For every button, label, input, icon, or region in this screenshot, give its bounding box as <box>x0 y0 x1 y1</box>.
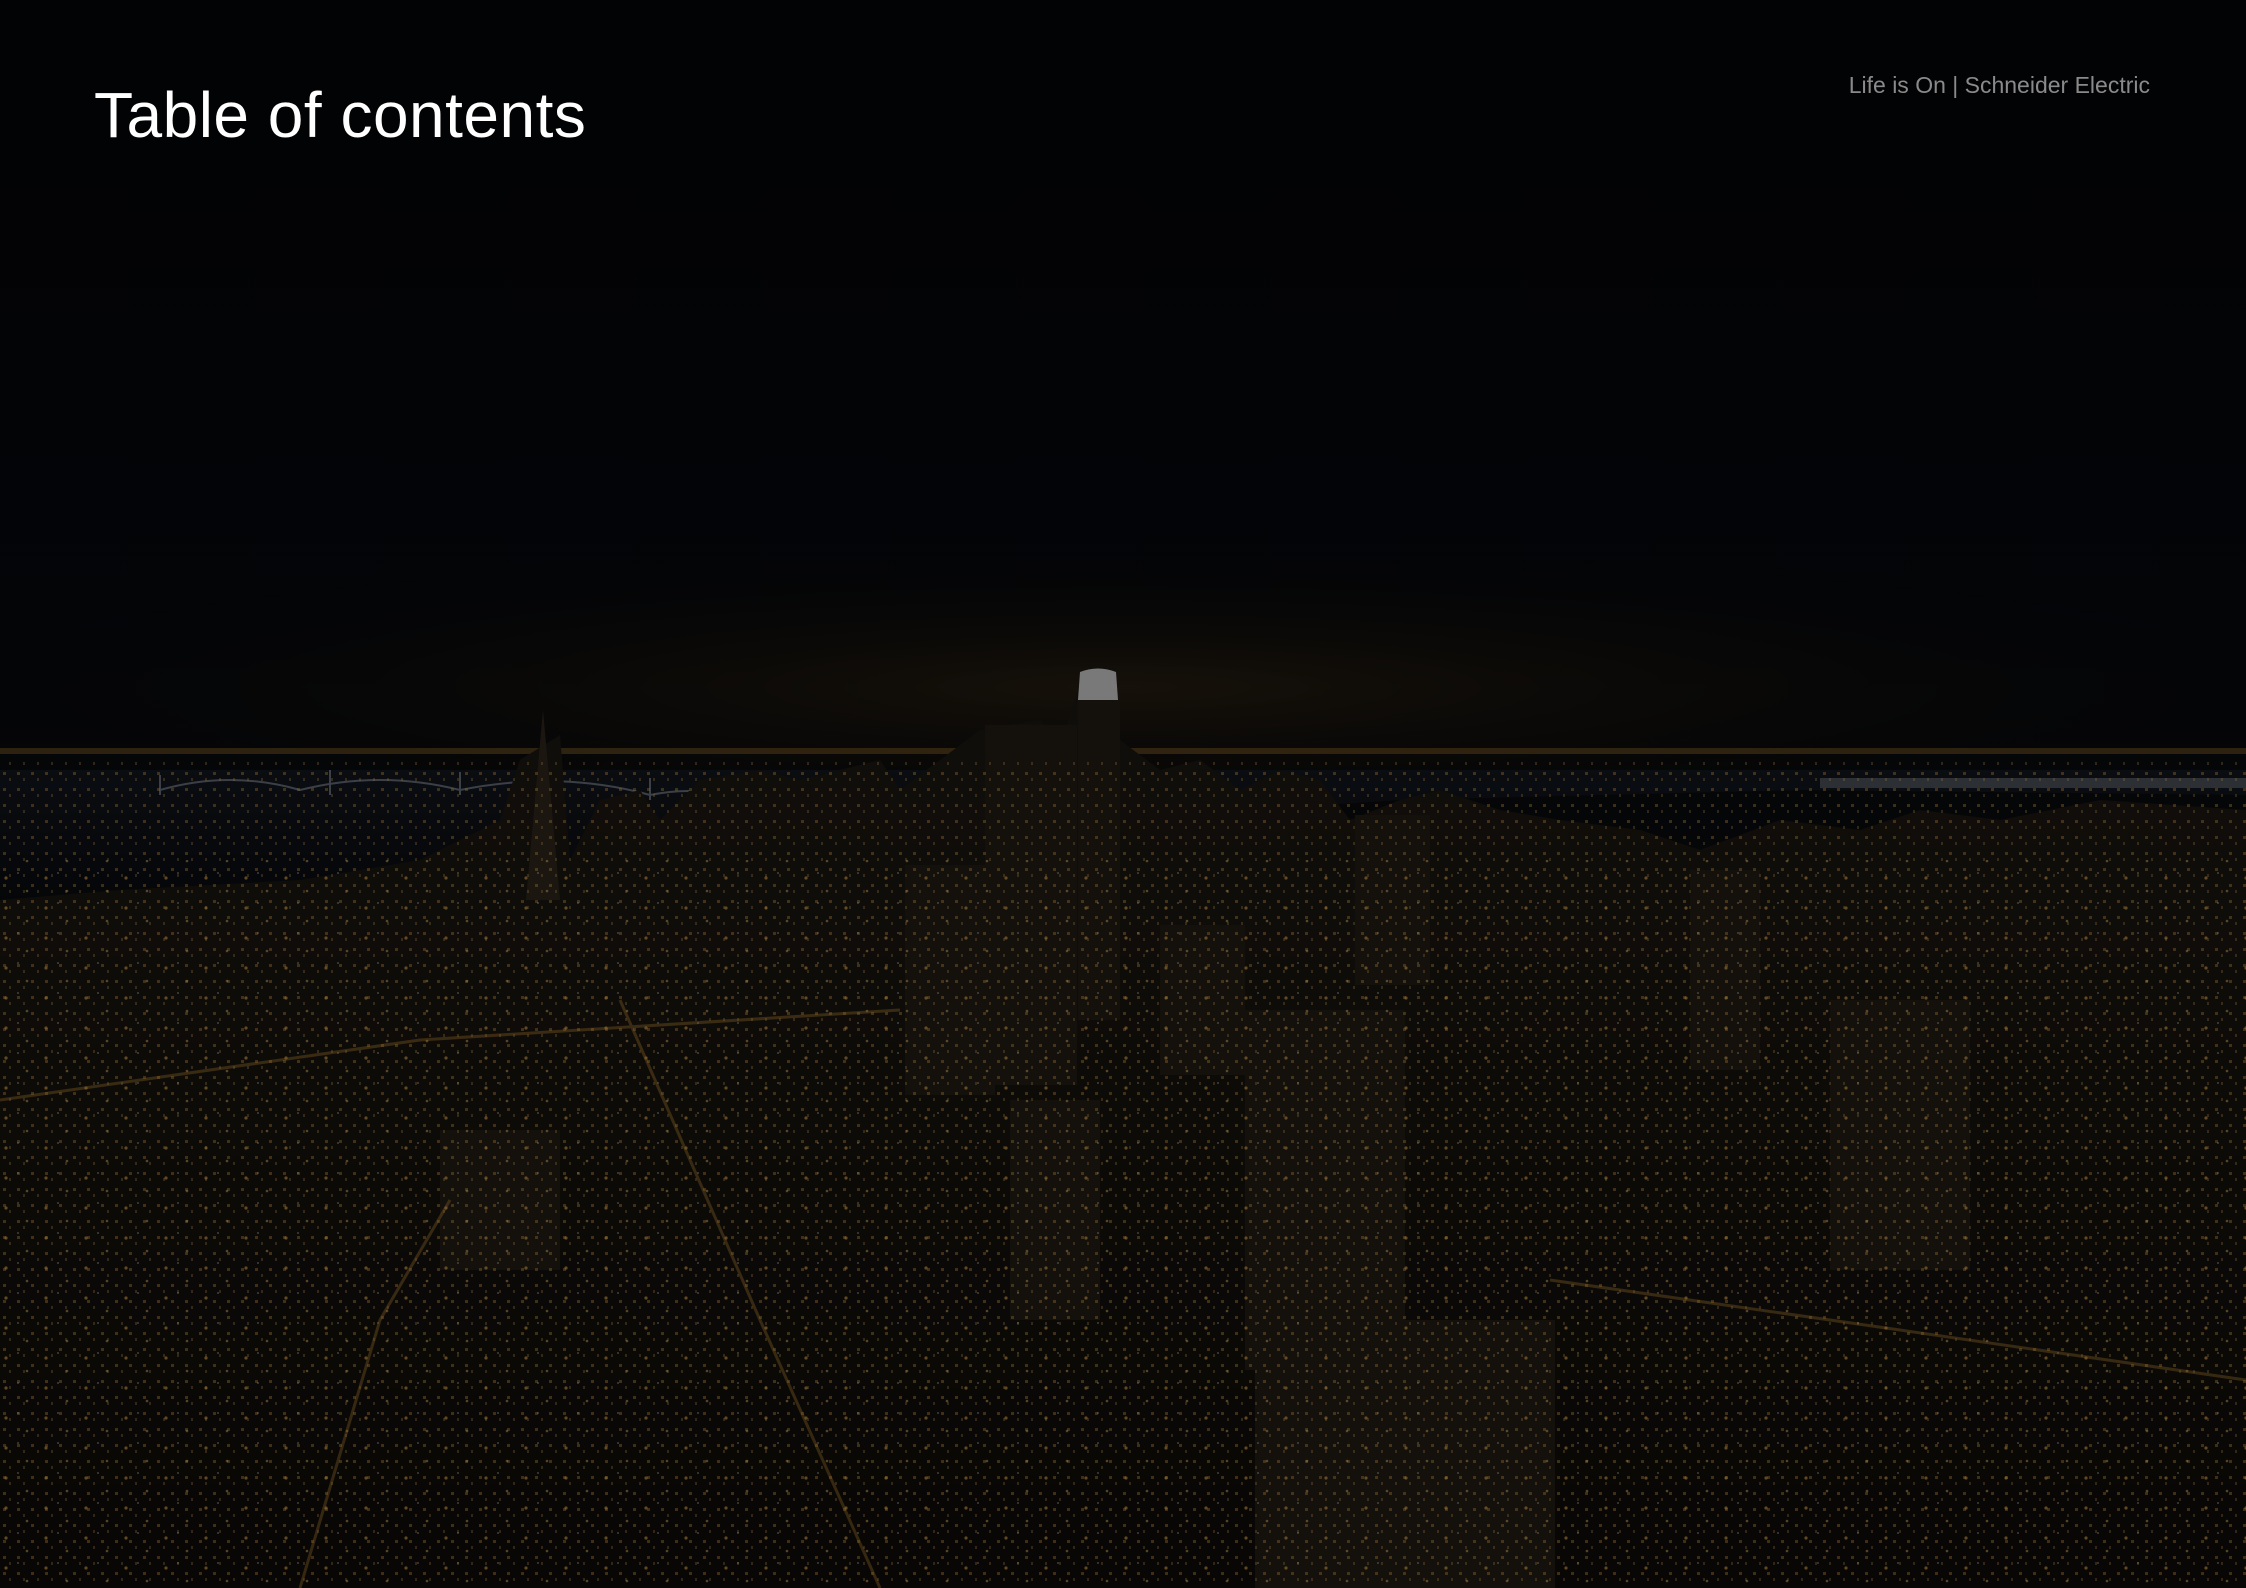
brand-tagline: Life is On | Schneider Electric <box>1848 72 2150 98</box>
page-title: Table of contents <box>94 79 587 151</box>
city-skyline-background-image <box>0 0 2246 1588</box>
document-page: Table of contents Life is On | Schneider… <box>0 0 2246 1588</box>
